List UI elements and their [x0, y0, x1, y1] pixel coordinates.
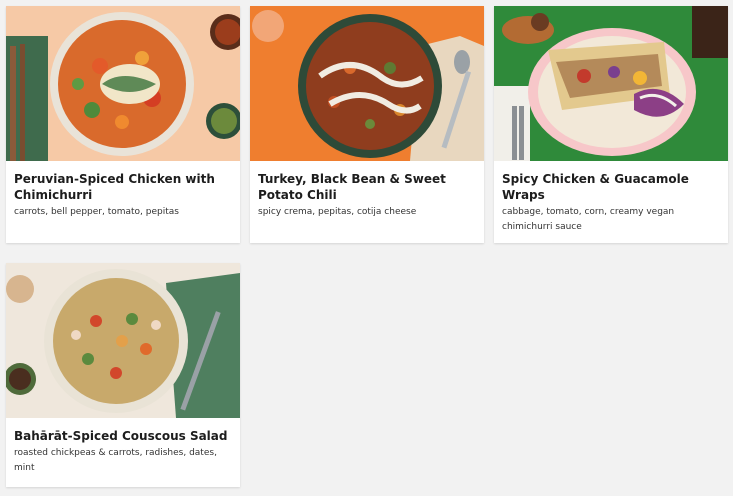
- recipe-grid: Peruvian-Spiced Chicken with Chimichurri…: [6, 6, 728, 487]
- recipe-title[interactable]: Bahārāt-Spiced Couscous Salad: [14, 428, 232, 444]
- recipe-description: spicy crema, pepitas, cotija cheese: [258, 207, 417, 217]
- recipe-card-body: Bahārāt-Spiced Couscous Salad roasted ch…: [6, 418, 240, 476]
- recipe-card-peruvian-chicken[interactable]: Peruvian-Spiced Chicken with Chimichurri…: [6, 6, 240, 243]
- recipe-card-body: Spicy Chicken & Guacamole Wraps cabbage,…: [494, 161, 728, 235]
- recipe-description: roasted chickpeas & carrots, radishes, d…: [14, 448, 217, 473]
- recipe-title[interactable]: Turkey, Black Bean & Sweet Potato Chili: [258, 171, 476, 203]
- recipe-title[interactable]: Peruvian-Spiced Chicken with Chimichurri: [14, 171, 232, 203]
- recipe-card-chicken-wraps[interactable]: Spicy Chicken & Guacamole Wraps cabbage,…: [494, 6, 728, 243]
- recipe-photo-turkey-chili: [250, 6, 484, 161]
- recipe-photo-peruvian-chicken: [6, 6, 240, 161]
- recipe-description: cabbage, tomato, corn, creamy vegan chim…: [502, 207, 675, 232]
- recipe-title[interactable]: Spicy Chicken & Guacamole Wraps: [502, 171, 720, 203]
- recipe-card-body: Peruvian-Spiced Chicken with Chimichurri…: [6, 161, 240, 220]
- recipe-photo-couscous-salad: [6, 263, 240, 418]
- recipe-card-body: Turkey, Black Bean & Sweet Potato Chili …: [250, 161, 484, 220]
- recipe-description: carrots, bell pepper, tomato, pepitas: [14, 207, 179, 217]
- recipe-card-turkey-chili[interactable]: Turkey, Black Bean & Sweet Potato Chili …: [250, 6, 484, 243]
- recipe-card-couscous-salad[interactable]: Bahārāt-Spiced Couscous Salad roasted ch…: [6, 263, 240, 487]
- recipe-photo-chicken-wraps: [494, 6, 728, 161]
